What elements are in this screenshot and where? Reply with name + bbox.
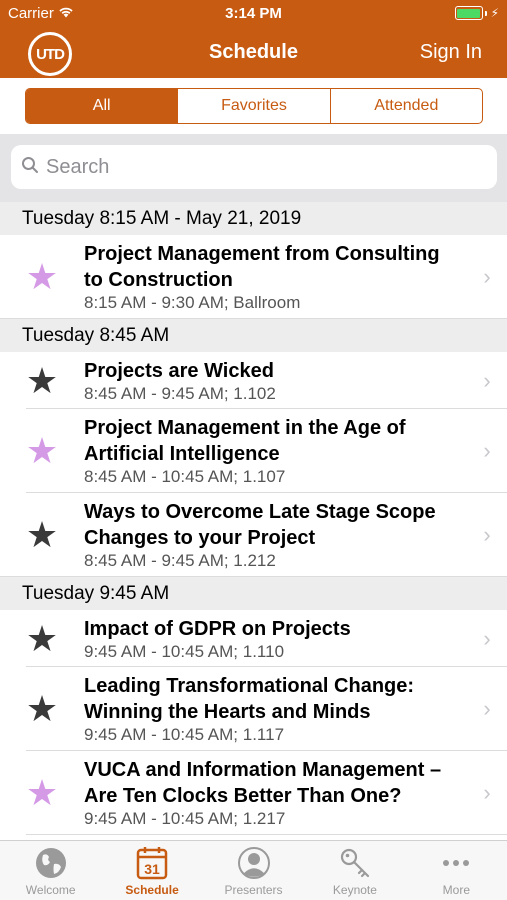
tab-label: Schedule — [125, 883, 179, 897]
session-title-line2: Artificial Intelligence — [84, 443, 280, 465]
sign-in-button[interactable]: Sign In — [420, 41, 482, 64]
star-icon[interactable]: ★ — [0, 362, 84, 399]
tab-label: Keynote — [332, 883, 377, 897]
battery-icon: ⚡ — [454, 6, 499, 20]
session-title-line1: Leading Transformational Change: — [84, 675, 415, 697]
more-icon — [439, 845, 473, 881]
session-content: Project Management in the Age of Artific… — [84, 409, 467, 493]
session-content: VUCA and Information Management – Are Te… — [84, 751, 467, 835]
tab-label: Presenters — [224, 883, 283, 897]
chevron-right-icon: › — [483, 696, 491, 721]
session-row[interactable]: ★ VUCA and Information Management – Are … — [0, 751, 507, 835]
session-row[interactable]: ★ Project Management from Consulting to … — [0, 235, 507, 319]
search-field[interactable] — [11, 145, 497, 189]
status-bar: Carrier 3:14 PM ⚡ — [0, 0, 507, 28]
session-content: Project Management from Consulting to Co… — [84, 235, 467, 319]
session-title-line1: Project Management in the Age of — [84, 417, 406, 439]
schedule-list[interactable]: Tuesday 8:15 AM - May 21, 2019 ★ Project… — [0, 202, 507, 840]
chevron-right-icon: › — [483, 780, 491, 805]
session-title-line1: Projects are Wicked — [84, 359, 274, 382]
session-row[interactable]: ★ Leading Transformational Change: Winni… — [0, 667, 507, 751]
tab-welcome[interactable]: Welcome — [0, 841, 101, 900]
session-row[interactable]: ★ Ways to Overcome Late Stage Scope Chan… — [0, 493, 507, 577]
session-content: Ways to Overcome Late Stage Scope Change… — [84, 493, 467, 577]
session-title-line1: VUCA and Information Management – — [84, 759, 442, 781]
tab-label: Welcome — [25, 883, 76, 897]
session-title-line2: Winning the Hearts and Minds — [84, 701, 371, 723]
section-header: Tuesday 8:15 AM - May 21, 2019 — [0, 202, 507, 235]
session-title-line1: Ways to Overcome Late Stage Scope — [84, 501, 436, 523]
favorite-star-icon[interactable]: ★ — [0, 433, 84, 469]
filter-bar: All Favorites Attended — [0, 78, 507, 134]
section-header: Tuesday 8:45 AM — [0, 319, 507, 352]
calendar-icon: 31 — [136, 845, 168, 881]
session-content: Leading Transformational Change: Winning… — [84, 667, 467, 751]
key-icon — [338, 845, 372, 881]
session-time-location: 9:45 AM - 10:45 AM; 1.117 — [84, 725, 285, 744]
session-row[interactable]: ★ Impact of GDPR on Projects 9:45 AM - 1… — [0, 610, 507, 667]
tab-schedule[interactable]: 31 Schedule — [101, 841, 202, 900]
status-time: 3:14 PM — [225, 5, 282, 22]
chevron-right-icon: › — [483, 625, 491, 651]
session-time-location: 8:45 AM - 9:45 AM; 1.212 — [84, 551, 276, 570]
tab-bar: Welcome 31 Schedule Presenters Keynote M… — [0, 840, 507, 900]
search-bar — [0, 134, 507, 202]
chevron-right-icon: › — [483, 264, 491, 289]
session-content: Impact of GDPR on Projects 9:45 AM - 10:… — [84, 610, 467, 668]
favorite-star-icon[interactable]: ★ — [0, 775, 84, 811]
tab-keynote[interactable]: Keynote — [304, 841, 405, 900]
segment-attended[interactable]: Attended — [329, 89, 482, 123]
session-title-line2: to Construction — [84, 269, 233, 291]
session-time-location: 9:45 AM - 10:45 AM; 1.110 — [84, 641, 285, 661]
globe-icon — [34, 845, 68, 881]
star-icon[interactable]: ★ — [0, 620, 84, 657]
segment-favorites[interactable]: Favorites — [177, 89, 329, 123]
session-time-location: 8:15 AM - 9:30 AM; Ballroom — [84, 293, 301, 312]
calendar-day: 31 — [144, 861, 160, 877]
filter-segmented-control: All Favorites Attended — [25, 88, 483, 124]
segment-all[interactable]: All — [26, 89, 178, 123]
star-icon[interactable]: ★ — [0, 517, 84, 553]
tab-presenters[interactable]: Presenters — [203, 841, 304, 900]
session-content: Projects are Wicked 8:45 AM - 9:45 AM; 1… — [84, 352, 467, 410]
favorite-star-icon[interactable]: ★ — [0, 259, 84, 295]
section-header: Tuesday 9:45 AM — [0, 577, 507, 610]
charging-bolt-icon: ⚡ — [490, 6, 499, 20]
search-input[interactable] — [46, 155, 446, 179]
tab-more[interactable]: More — [406, 841, 507, 900]
chevron-right-icon: › — [483, 367, 491, 393]
chevron-right-icon: › — [483, 522, 491, 547]
session-time-location: 8:45 AM - 10:45 AM; 1.107 — [84, 467, 286, 486]
session-title-line1: Impact of GDPR on Projects — [84, 617, 351, 640]
session-time-location: 9:45 AM - 10:45 AM; 1.217 — [84, 809, 286, 828]
session-time-location: 8:45 AM - 9:45 AM; 1.102 — [84, 383, 276, 403]
tab-label: More — [442, 883, 470, 897]
session-title-line2: Changes to your Project — [84, 527, 316, 549]
chevron-right-icon: › — [483, 438, 491, 463]
search-icon — [21, 156, 39, 179]
nav-bar: UTD Schedule Sign In — [0, 28, 507, 78]
person-icon — [237, 845, 271, 881]
session-row[interactable]: ★ Projects are Wicked 8:45 AM - 9:45 AM;… — [0, 352, 507, 409]
session-row[interactable]: ★ Project Management in the Age of Artif… — [0, 409, 507, 493]
session-title-line2: Are Ten Clocks Better Than One? — [84, 785, 402, 807]
session-title-line1: Project Management from Consulting — [84, 243, 440, 265]
star-icon[interactable]: ★ — [0, 691, 84, 727]
